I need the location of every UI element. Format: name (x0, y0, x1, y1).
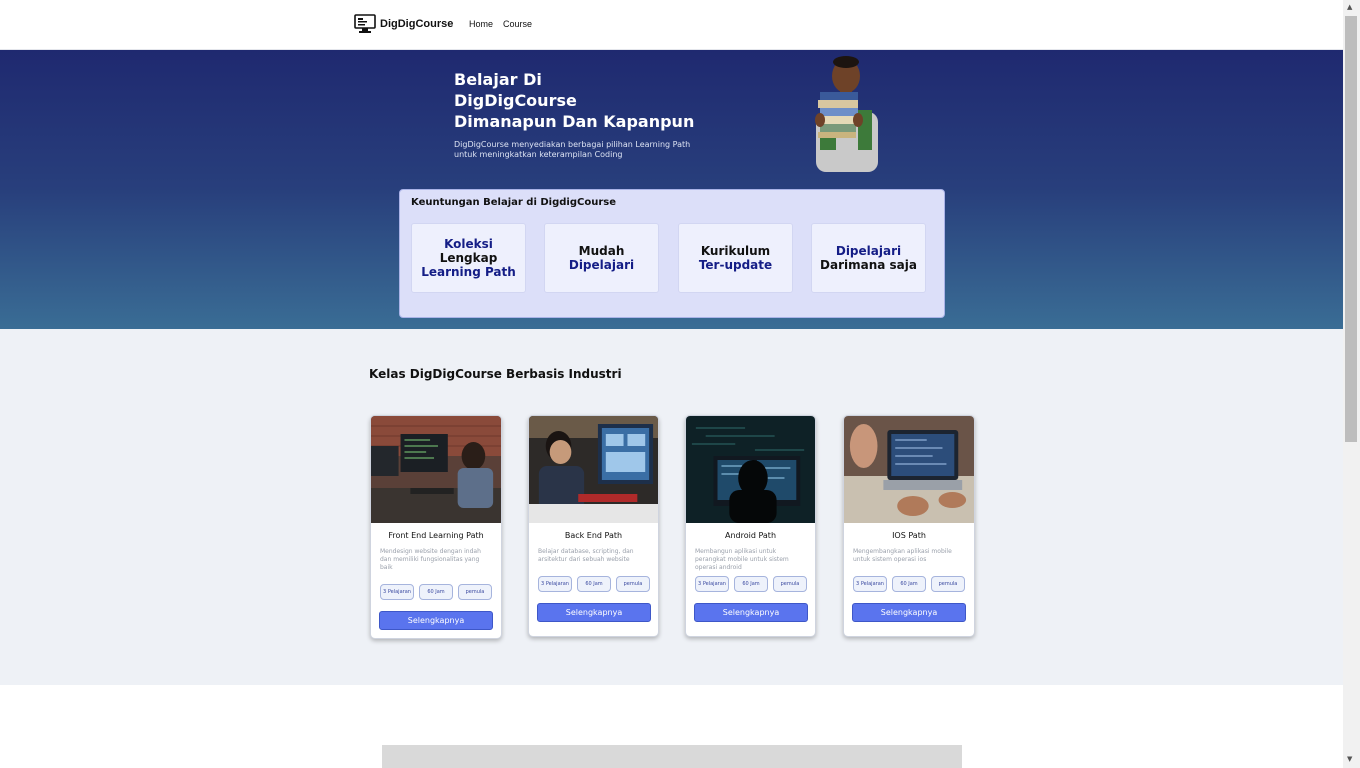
course-detail-button[interactable]: Selengkapnya (852, 603, 966, 622)
nav-link-home[interactable]: Home (469, 19, 493, 29)
classes-section: Kelas DigDigCourse Berbasis Industri Fro… (0, 329, 1343, 685)
duration-tag: 60 Jam (419, 584, 453, 600)
course-description: Membangun aplikasi untuk perangkat mobil… (695, 548, 789, 571)
benefit-card-mudah: Mudah Dipelajari (544, 223, 659, 293)
lesson-count-tag: 3 Pelajaran (853, 576, 887, 592)
course-image-android (686, 416, 815, 523)
benefit-text: Lengkap (439, 251, 498, 265)
hero-title: Belajar Di DigDigCourse Dimanapun Dan Ka… (454, 69, 714, 132)
benefit-card-koleksi: Koleksi Lengkap Learning Path (411, 223, 526, 293)
student-with-books-illustration (815, 56, 878, 172)
course-image-ios (844, 416, 974, 523)
course-card-ios[interactable]: IOS Path Mengembangkan aplikasi mobile u… (843, 415, 975, 637)
scroll-down-arrow-icon[interactable]: ▼ (1347, 755, 1352, 763)
monitor-logo-icon (354, 14, 376, 33)
benefit-text: Ter-update (698, 258, 773, 272)
navbar: DigDigCourse Home Course (0, 0, 1343, 50)
brand[interactable]: DigDigCourse (354, 14, 453, 34)
level-tag: pemula (458, 584, 492, 600)
brand-name: DigDigCourse (380, 18, 454, 30)
level-tag: pemula (616, 576, 650, 592)
benefits-panel: Keuntungan Belajar di DigdigCourse Kolek… (399, 189, 945, 318)
course-image-back-end (529, 416, 658, 523)
page-scrollbar[interactable]: ▲ ▼ (1343, 0, 1360, 768)
duration-tag: 60 Jam (734, 576, 768, 592)
classes-title: Kelas DigDigCourse Berbasis Industri (369, 367, 622, 381)
level-tag: pemula (931, 576, 965, 592)
course-card-back-end[interactable]: Back End Path Belajar database, scriptin… (528, 415, 659, 637)
hero-title-line: Dimanapun Dan Kapanpun (454, 112, 695, 131)
benefit-text: Dipelajari (835, 244, 902, 258)
benefit-card-kurikulum: Kurikulum Ter-update (678, 223, 793, 293)
benefits-title: Keuntungan Belajar di DigdigCourse (411, 197, 616, 208)
benefit-text: Mudah (578, 244, 625, 258)
benefit-text: Dipelajari (568, 258, 635, 272)
benefit-text: Kurikulum (700, 244, 771, 258)
hero-title-line: Belajar Di (454, 70, 542, 89)
course-name: IOS Path (892, 531, 926, 540)
hero-section: Belajar Di DigDigCourse Dimanapun Dan Ka… (0, 50, 1343, 329)
course-image-front-end (371, 416, 501, 523)
duration-tag: 60 Jam (892, 576, 926, 592)
nav-link-course[interactable]: Course (503, 19, 532, 29)
level-tag: pemula (773, 576, 807, 592)
course-detail-button[interactable]: Selengkapnya (537, 603, 651, 622)
course-tags: 3 Pelajaran 60 Jam pemula (538, 576, 658, 592)
lesson-count-tag: 3 Pelajaran (695, 576, 729, 592)
course-name: Front End Learning Path (388, 531, 484, 540)
course-card-android[interactable]: Android Path Membangun aplikasi untuk pe… (685, 415, 816, 637)
hero-title-line: DigDigCourse (454, 91, 577, 110)
lesson-count-tag: 3 Pelajaran (380, 584, 414, 600)
nav-links: Home Course (469, 19, 532, 29)
course-name: Back End Path (564, 531, 623, 540)
hero-subtitle: DigDigCourse menyediakan berbagai piliha… (454, 140, 691, 159)
course-card-front-end[interactable]: Front End Learning Path Mendesign websit… (370, 415, 502, 639)
lesson-count-tag: 3 Pelajaran (538, 576, 572, 592)
course-name: Android Path (724, 531, 777, 540)
course-description: Mendesign website dengan indah dan memil… (380, 548, 481, 571)
course-tags: 3 Pelajaran 60 Jam pemula (853, 576, 974, 592)
scroll-up-arrow-icon[interactable]: ▲ (1347, 3, 1352, 11)
scrollbar-thumb[interactable] (1345, 16, 1357, 442)
course-description: Mengembangkan aplikasi mobile untuk sist… (853, 548, 952, 563)
course-tags: 3 Pelajaran 60 Jam pemula (380, 584, 501, 600)
benefit-text: Learning Path (421, 265, 516, 279)
course-detail-button[interactable]: Selengkapnya (379, 611, 493, 630)
course-description: Belajar database, scripting, dan arsitek… (538, 548, 634, 563)
benefit-card-dipelajari: Dipelajari Darimana saja (811, 223, 926, 293)
footer-placeholder-block (382, 745, 962, 768)
course-detail-button[interactable]: Selengkapnya (694, 603, 808, 622)
benefit-text: Darimana saja (820, 258, 917, 272)
course-tags: 3 Pelajaran 60 Jam pemula (695, 576, 815, 592)
duration-tag: 60 Jam (577, 576, 611, 592)
benefit-text: Koleksi (444, 237, 493, 251)
